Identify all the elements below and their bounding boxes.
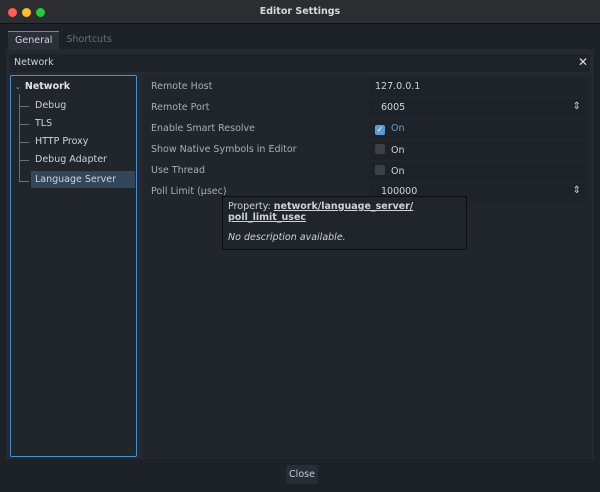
property-remote-host: Remote Host 127.0.0.1 — [143, 77, 592, 97]
property-inspector: Remote Host 127.0.0.1 Remote Port 6005 ⇕ … — [143, 75, 592, 458]
property-tooltip: Property: network/language_server/ poll_… — [222, 196, 467, 250]
property-path: network/language_server/ — [273, 201, 414, 212]
spinbox-value: 6005 — [381, 102, 406, 113]
tree-line — [19, 124, 29, 125]
section-tree: ⌄ Network Debug TLS HTTP Proxy Debug Adap… — [10, 75, 137, 457]
property-show-native-symbols: Show Native Symbols in Editor On — [143, 140, 592, 160]
tree-line — [19, 181, 29, 182]
tab-shortcuts[interactable]: Shortcuts — [59, 31, 118, 50]
property-remote-port: Remote Port 6005 ⇕ — [143, 98, 592, 118]
tooltip-prefix: Property: — [228, 201, 274, 212]
spinner-arrows-icon[interactable]: ⇕ — [573, 101, 581, 112]
checkbox-checked-icon: ✓ — [375, 125, 385, 135]
title-bar: Editor Settings — [0, 0, 600, 24]
clear-search-icon[interactable]: ✕ — [578, 55, 588, 69]
property-path-cont: poll_limit_usec — [228, 212, 307, 223]
use-thread-checkbox[interactable]: On — [369, 162, 587, 181]
tree-item-debug[interactable]: Debug — [31, 97, 66, 114]
property-label: Remote Host — [151, 81, 213, 92]
tree-item-tls[interactable]: TLS — [31, 115, 52, 132]
tree-item-language-server[interactable]: Language Server — [31, 171, 135, 188]
property-label: Enable Smart Resolve — [151, 123, 256, 134]
tab-general[interactable]: General — [8, 31, 60, 50]
tree-line — [19, 106, 29, 107]
property-label: Show Native Symbols in Editor — [151, 144, 297, 155]
property-use-thread: Use Thread On — [143, 161, 592, 181]
checkbox-label: On — [391, 123, 405, 134]
window-title: Editor Settings — [259, 6, 341, 17]
property-enable-smart-resolve: Enable Smart Resolve ✓ On — [143, 119, 592, 139]
checkbox-unchecked-icon — [375, 144, 385, 154]
remote-port-spinbox[interactable]: 6005 ⇕ — [369, 99, 587, 118]
tree-root-label: Network — [24, 81, 71, 92]
remote-host-input[interactable]: 127.0.0.1 — [369, 78, 587, 97]
spinner-arrows-icon[interactable]: ⇕ — [573, 185, 581, 196]
tooltip-description: No description available. — [228, 232, 346, 243]
tab-bar: General Shortcuts — [8, 31, 119, 50]
checkbox-unchecked-icon — [375, 165, 385, 175]
checkbox-label: On — [391, 145, 405, 156]
property-label: Poll Limit (µsec) — [151, 186, 227, 197]
tree-item-network[interactable]: ⌄ Network — [15, 81, 70, 92]
tree-item-debug-adapter[interactable]: Debug Adapter — [31, 151, 107, 168]
tree-line — [19, 94, 20, 182]
chevron-down-icon: ⌄ — [15, 83, 21, 91]
search-input[interactable]: Network — [10, 54, 590, 72]
smart-resolve-checkbox[interactable]: ✓ On — [369, 120, 587, 139]
tree-item-http-proxy[interactable]: HTTP Proxy — [31, 133, 88, 150]
close-button[interactable]: Close — [286, 465, 318, 484]
tree-line — [19, 160, 29, 161]
property-label: Remote Port — [151, 102, 210, 113]
tree-line — [19, 142, 29, 143]
property-label: Use Thread — [151, 165, 205, 176]
native-symbols-checkbox[interactable]: On — [369, 141, 587, 160]
checkbox-label: On — [391, 166, 405, 177]
